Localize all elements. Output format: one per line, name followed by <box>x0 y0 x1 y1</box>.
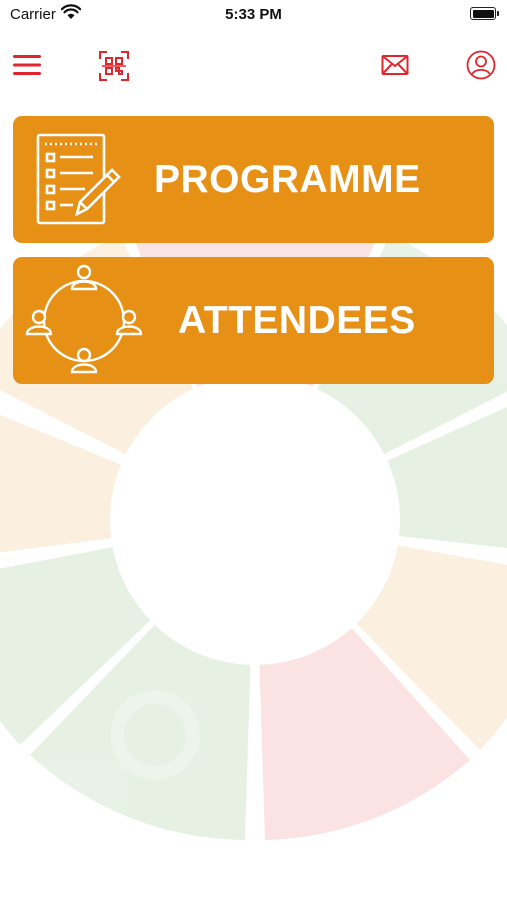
mail-icon[interactable] <box>380 52 410 78</box>
battery-icon <box>470 7 499 20</box>
people-network-icon <box>25 264 143 374</box>
user-profile-icon[interactable] <box>464 48 498 82</box>
status-bar: Carrier 5:33 PM <box>0 0 507 30</box>
programme-tile[interactable]: PROGRAMME <box>13 116 494 243</box>
status-time: 5:33 PM <box>225 6 282 23</box>
top-toolbar <box>0 40 507 90</box>
checklist-icon <box>36 133 121 225</box>
attendees-tile[interactable]: ATTENDEES <box>13 257 494 384</box>
programme-label: PROGRAMME <box>154 158 421 201</box>
menu-icon[interactable] <box>10 50 44 80</box>
attendees-label: ATTENDEES <box>178 299 416 342</box>
qr-scan-icon[interactable] <box>96 48 132 84</box>
